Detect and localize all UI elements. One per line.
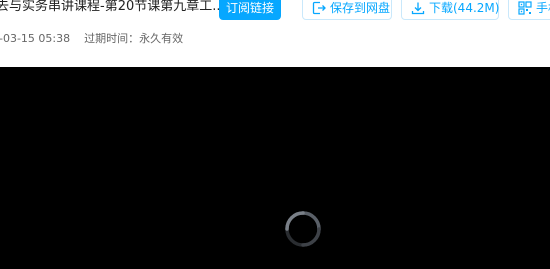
- file-header: 去与实务串讲课程-第20节课第九章工... -03-15 05:38 过期时间：永…: [0, 0, 550, 67]
- video-player[interactable]: [0, 67, 550, 269]
- share-page: 去与实务串讲课程-第20节课第九章工... -03-15 05:38 过期时间：永…: [0, 0, 550, 269]
- expiry-text: 过期时间：永久有效: [84, 32, 184, 45]
- file-meta: -03-15 05:38 过期时间：永久有效: [0, 32, 183, 46]
- save-to-drive-label: 保存到网盘: [330, 1, 391, 15]
- subscribe-button[interactable]: 订阅链接: [219, 0, 281, 20]
- upload-time: -03-15 05:38: [0, 32, 71, 45]
- file-title: 去与实务串讲课程-第20节课第九章工...: [0, 0, 225, 14]
- loading-spinner-icon: [285, 211, 321, 247]
- download-button[interactable]: 下载(44.2M): [401, 0, 499, 20]
- download-icon: [411, 1, 425, 15]
- qr-button[interactable]: 手机: [508, 0, 550, 20]
- save-to-drive-button[interactable]: 保存到网盘: [302, 0, 392, 20]
- qr-label: 手机: [536, 1, 550, 15]
- save-to-drive-icon: [312, 1, 326, 15]
- download-label: 下载(44.2M): [429, 1, 500, 15]
- qr-code-icon: [518, 1, 532, 15]
- subscribe-button-label: 订阅链接: [225, 1, 274, 15]
